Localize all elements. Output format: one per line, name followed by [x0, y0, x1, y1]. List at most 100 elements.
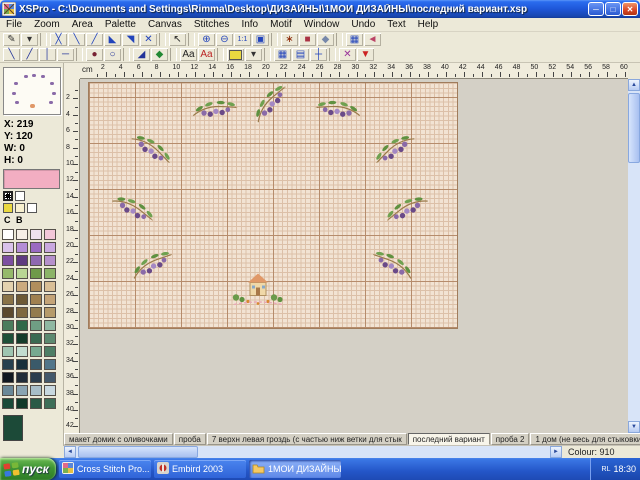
grid-toggle-tool[interactable]: ▦: [274, 48, 291, 61]
palette-swatch[interactable]: [44, 320, 56, 331]
start-button[interactable]: пуск: [0, 458, 56, 480]
palette-swatch[interactable]: [44, 333, 56, 344]
horizontal-scroll-thumb[interactable]: [78, 446, 198, 458]
quick-swatch[interactable]: [15, 191, 25, 201]
selected-color-swatch[interactable]: [3, 169, 60, 189]
menu-item-area[interactable]: Area: [66, 19, 99, 30]
palette-swatch[interactable]: [30, 372, 42, 383]
palette-swatch[interactable]: [2, 281, 14, 292]
menu-item-file[interactable]: File: [0, 19, 28, 30]
design-tab-3[interactable]: 7 верхн левая гроздь (с частью ниж ветки…: [207, 433, 407, 445]
palette-swatch[interactable]: [2, 294, 14, 305]
palette-swatch[interactable]: [2, 333, 14, 344]
zoom-out-tool[interactable]: ⊖: [216, 33, 233, 46]
backstitch-vertical-tool[interactable]: │: [39, 48, 56, 61]
palette-swatch[interactable]: [2, 385, 14, 396]
color-pick-tool[interactable]: ■: [299, 33, 316, 46]
stitch-grid[interactable]: [88, 82, 458, 329]
design-tab-2[interactable]: проба: [174, 433, 206, 445]
palette-swatch[interactable]: [16, 359, 28, 370]
palette-swatch[interactable]: [30, 307, 42, 318]
palette-swatch[interactable]: [2, 346, 14, 357]
palette-swatch[interactable]: [30, 229, 42, 240]
palette-swatch[interactable]: [30, 268, 42, 279]
palette-swatch[interactable]: [2, 268, 14, 279]
menu-item-undo[interactable]: Undo: [345, 19, 381, 30]
full-cross-stitch-tool[interactable]: ╳: [50, 33, 67, 46]
close-button[interactable]: ✕: [622, 2, 638, 16]
palette-swatch[interactable]: [16, 307, 28, 318]
grid-style-tool[interactable]: ▤: [292, 48, 309, 61]
title-bar[interactable]: XSPro - C:\Documents and Settings\Rimma\…: [0, 0, 640, 18]
menu-item-motif[interactable]: Motif: [264, 19, 298, 30]
palette-swatch[interactable]: [44, 242, 56, 253]
palette-swatch[interactable]: [30, 255, 42, 266]
palette-swatch[interactable]: [44, 372, 56, 383]
bead-tool[interactable]: ○: [104, 48, 121, 61]
palette-swatch[interactable]: [16, 333, 28, 344]
taskbar-button-2[interactable]: Embird 2003: [154, 460, 246, 478]
palette-swatch[interactable]: [30, 346, 42, 357]
thread-color-dropdown[interactable]: ▾: [245, 48, 262, 61]
menu-item-info[interactable]: Info: [235, 19, 264, 30]
minimize-button[interactable]: ─: [588, 2, 604, 16]
zoom-fit-tool[interactable]: ▣: [252, 33, 269, 46]
palette-swatch[interactable]: [44, 385, 56, 396]
palette-swatch[interactable]: [44, 255, 56, 266]
text-tool[interactable]: Aa: [180, 48, 197, 61]
palette-swatch[interactable]: [30, 281, 42, 292]
palette-swatch[interactable]: [2, 372, 14, 383]
palette-swatch[interactable]: [16, 294, 28, 305]
center-view-tool[interactable]: ┼: [310, 48, 327, 61]
taskbar-button-1[interactable]: Cross Stitch Pro...: [59, 460, 151, 478]
menu-item-canvas[interactable]: Canvas: [142, 19, 188, 30]
stitch-canvas[interactable]: [80, 79, 628, 433]
palette-swatch[interactable]: [30, 242, 42, 253]
pencil-dropdown[interactable]: ▾: [21, 33, 38, 46]
maximize-button[interactable]: □: [605, 2, 621, 16]
redraw-tool[interactable]: ∗: [281, 33, 298, 46]
zoom-in-tool[interactable]: ⊕: [198, 33, 215, 46]
palette-swatch[interactable]: [30, 320, 42, 331]
palette-swatch[interactable]: [30, 359, 42, 370]
palette-swatch[interactable]: [16, 320, 28, 331]
palette-swatch[interactable]: [16, 372, 28, 383]
palette-swatch[interactable]: [16, 398, 28, 409]
menu-item-help[interactable]: Help: [412, 19, 445, 30]
palette-swatch[interactable]: [2, 255, 14, 266]
palette-swatch[interactable]: [44, 268, 56, 279]
palette-swatch[interactable]: [30, 385, 42, 396]
palette-swatch[interactable]: [2, 398, 14, 409]
special-stitch-tool[interactable]: ◆: [151, 48, 168, 61]
palette-swatch[interactable]: [16, 268, 28, 279]
palette-swatch[interactable]: [2, 242, 14, 253]
palette-swatch[interactable]: [16, 346, 28, 357]
pencil-tool[interactable]: ✎: [3, 33, 20, 46]
motif-library-tool[interactable]: ✕: [339, 48, 356, 61]
backstitch-horizontal-tool[interactable]: ─: [57, 48, 74, 61]
quick-swatch[interactable]: [3, 203, 13, 213]
palette-swatch[interactable]: [44, 281, 56, 292]
quick-swatch[interactable]: [15, 203, 25, 213]
quick-swatch[interactable]: [27, 203, 37, 213]
zoom-actual-tool[interactable]: 1:1: [234, 33, 251, 46]
scroll-down-arrow[interactable]: ▼: [628, 421, 640, 433]
petite-stitch-tool[interactable]: ✕: [140, 33, 157, 46]
fill-tool[interactable]: ◆: [317, 33, 334, 46]
quick-swatch[interactable]: [3, 191, 13, 201]
quarter-stitch-tool[interactable]: ◣: [104, 33, 121, 46]
palette-swatch[interactable]: [2, 307, 14, 318]
menu-item-stitches[interactable]: Stitches: [188, 19, 236, 30]
taskbar-button-3[interactable]: 1МОИ ДИЗАЙНЫ: [249, 460, 341, 478]
palette-swatch[interactable]: [16, 229, 28, 240]
design-tab-1[interactable]: макет домик с оливочками: [64, 433, 173, 445]
thread-color-well[interactable]: [227, 48, 244, 61]
palette-swatch[interactable]: [16, 255, 28, 266]
palette-swatch[interactable]: [2, 359, 14, 370]
palette-swatch[interactable]: [16, 385, 28, 396]
menu-item-window[interactable]: Window: [298, 19, 346, 30]
palette-swatch[interactable]: [44, 307, 56, 318]
half-stitch-back-tool[interactable]: ╲: [68, 33, 85, 46]
menu-item-text[interactable]: Text: [381, 19, 411, 30]
palette-swatch[interactable]: [16, 281, 28, 292]
